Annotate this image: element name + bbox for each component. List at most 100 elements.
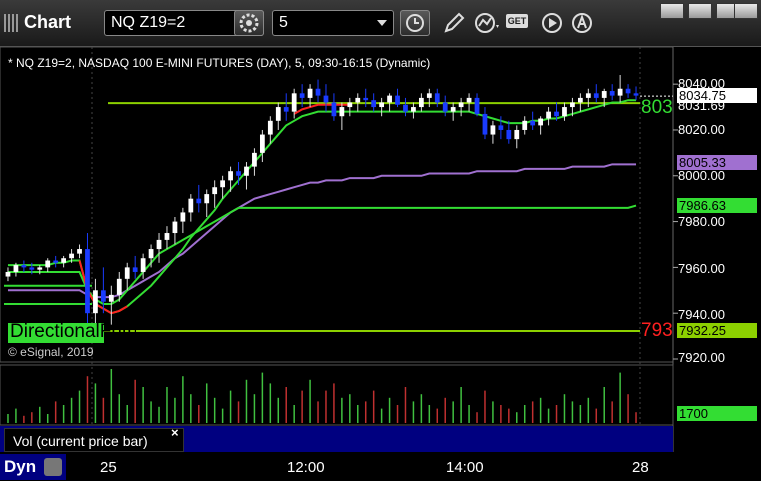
candle-body	[522, 120, 528, 130]
time-tick-1200: 12:00	[287, 459, 325, 476]
candle-body	[291, 93, 297, 112]
candle-body	[363, 97, 369, 101]
candle-body	[466, 97, 472, 103]
alerts-button[interactable]	[570, 11, 596, 35]
candle-body	[538, 118, 544, 126]
candle-body	[283, 107, 289, 112]
play-icon	[542, 13, 562, 33]
candle-body	[490, 125, 496, 135]
get-button[interactable]: GET	[506, 11, 536, 35]
price-tick-7940: 7940.00	[678, 307, 725, 322]
candle-body	[212, 187, 218, 195]
candle-body	[562, 107, 567, 117]
candle-body	[585, 93, 591, 98]
support-level-label: 7932.25	[677, 323, 757, 338]
candle-body	[307, 88, 313, 98]
candle-body	[570, 102, 575, 108]
candle-body	[450, 107, 456, 112]
candle-body	[21, 265, 27, 268]
candle-body	[411, 107, 416, 112]
symbol-settings-button[interactable]	[234, 10, 264, 36]
pencil-icon	[444, 12, 465, 33]
window-minimize-button[interactable]	[688, 3, 712, 19]
candle-body	[395, 95, 400, 105]
candle-body	[403, 104, 408, 112]
volume-study-label: Vol (current price bar)	[13, 433, 148, 449]
time-template-button[interactable]	[400, 10, 430, 36]
window-grip-icon[interactable]	[4, 14, 18, 32]
overlay-lower-label: 793	[641, 320, 673, 341]
draw-tools-button[interactable]	[440, 11, 466, 35]
candle-body	[116, 278, 122, 295]
candle-body	[188, 198, 194, 213]
close-study-icon[interactable]: ×	[171, 425, 179, 440]
candle-body	[458, 102, 464, 108]
candle-body	[45, 260, 51, 268]
time-tick-25: 25	[100, 459, 117, 476]
studies-button[interactable]	[473, 11, 499, 35]
window-restore-button[interactable]	[660, 3, 684, 19]
ma-green-label: 7986.63	[677, 198, 757, 213]
candle-body	[220, 180, 226, 188]
candle-body	[355, 97, 361, 103]
candle-body	[418, 97, 424, 108]
candle-body	[164, 233, 170, 240]
title-bar: Chart NQ Z19=2 5 GET	[0, 0, 761, 47]
get-icon: GET	[506, 14, 528, 28]
symbol-value: NQ Z19=2	[111, 14, 186, 31]
candle-body	[37, 267, 43, 270]
dyn-button[interactable]: Dyn	[0, 454, 66, 480]
overlay-upper-label: 803	[641, 97, 673, 118]
candle-body	[387, 95, 392, 103]
candle-body	[442, 102, 448, 112]
ma-purple-label: 8005.33	[677, 155, 757, 170]
price-tick-7960: 7960.00	[678, 261, 725, 276]
ma-green-upper-line	[7, 99, 637, 315]
price-pane-border	[0, 47, 674, 363]
candle-body	[625, 88, 631, 94]
ma-purple-line	[7, 163, 637, 299]
candle-body	[77, 249, 82, 254]
study-chart-icon	[475, 13, 499, 33]
play-button[interactable]	[540, 11, 566, 35]
candle-body	[13, 265, 19, 272]
candle-body	[244, 166, 249, 176]
watermark-text: DirectionalFutures.com	[10, 321, 136, 342]
candle-body	[148, 249, 154, 259]
candle-body	[506, 129, 512, 140]
gear-icon	[239, 13, 259, 33]
candle-body	[180, 212, 186, 222]
lock-icon	[44, 458, 62, 476]
candle-body	[132, 267, 138, 272]
window-close-button[interactable]	[734, 3, 758, 19]
candle-body	[196, 198, 202, 204]
chevron-down-icon	[377, 20, 387, 26]
candle-body	[259, 134, 265, 153]
candle-body	[609, 91, 615, 96]
candle-body	[482, 113, 488, 135]
candle-body	[252, 152, 257, 167]
copyright-text: © eSignal, 2019	[8, 345, 94, 359]
volume-value-label: 1700	[677, 406, 757, 421]
interval-select[interactable]: 5	[272, 10, 394, 36]
chart-info: * NQ Z19=2, NASDAQ 100 E-MINI FUTURES (D…	[8, 56, 431, 70]
candle-body	[426, 93, 432, 98]
candle-body	[315, 88, 321, 96]
candle-body	[593, 93, 599, 98]
candle-body	[156, 239, 162, 250]
price-tick-7920: 7920.00	[678, 350, 725, 365]
candle-body	[331, 102, 337, 117]
interval-value: 5	[279, 14, 288, 31]
clock-icon	[406, 14, 424, 32]
time-tick-1400: 14:00	[446, 459, 484, 476]
candle-body	[323, 95, 329, 103]
price-tick-8020: 8020.00	[678, 122, 725, 137]
candle-body	[61, 258, 67, 263]
candle-body	[228, 171, 233, 181]
volume-study-label-box[interactable]: Vol (current price bar)	[4, 428, 184, 452]
candle-body	[140, 258, 146, 272]
candle-body	[85, 249, 90, 314]
candle-body	[577, 97, 583, 103]
candle-body	[530, 120, 536, 126]
candle-body	[172, 221, 178, 234]
